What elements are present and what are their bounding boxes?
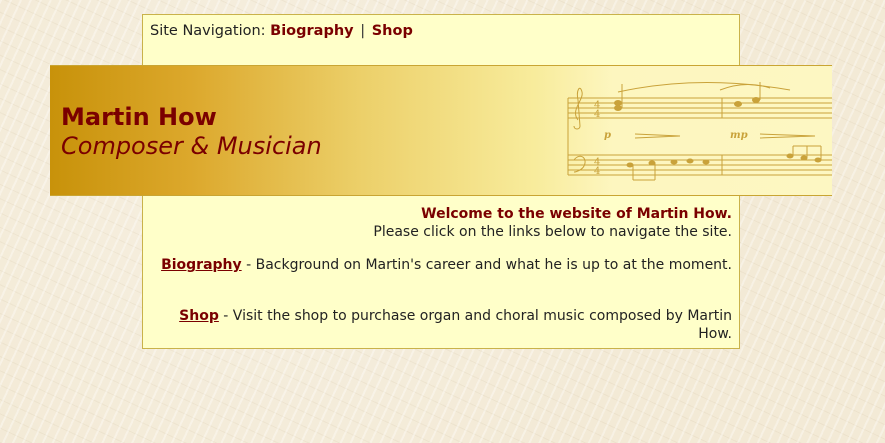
welcome-block: Welcome to the website of Martin How. Pl… — [150, 205, 732, 241]
music-score-icon: 44 44 p mp — [567, 82, 832, 181]
banner-subtitle: Composer & Musician — [61, 132, 322, 160]
shop-description: - Visit the shop to purchase organ and c… — [218, 308, 732, 342]
biography-link[interactable]: Biography — [161, 257, 242, 273]
nav-link-shop[interactable]: Shop — [372, 23, 413, 39]
nav-link-biography[interactable]: Biography — [270, 23, 353, 39]
welcome-heading: Welcome to the website of Martin How. — [421, 206, 732, 222]
biography-description: - Background on Martin's career and what… — [241, 257, 732, 273]
svg-text:4: 4 — [594, 109, 600, 120]
biography-section: Biography - Background on Martin's caree… — [150, 256, 732, 274]
site-navigation: Site Navigation: Biography | Shop — [150, 23, 413, 39]
banner-title: Martin How — [61, 103, 217, 131]
svg-text:p: p — [604, 130, 611, 141]
svg-text:4: 4 — [594, 166, 600, 177]
nav-separator: | — [360, 23, 366, 39]
welcome-text: Please click on the links below to navig… — [373, 224, 732, 240]
shop-section: Shop - Visit the shop to purchase organ … — [150, 307, 732, 343]
nav-prefix: Site Navigation: — [150, 23, 266, 39]
shop-link[interactable]: Shop — [179, 308, 219, 324]
svg-text:mp: mp — [730, 130, 748, 141]
